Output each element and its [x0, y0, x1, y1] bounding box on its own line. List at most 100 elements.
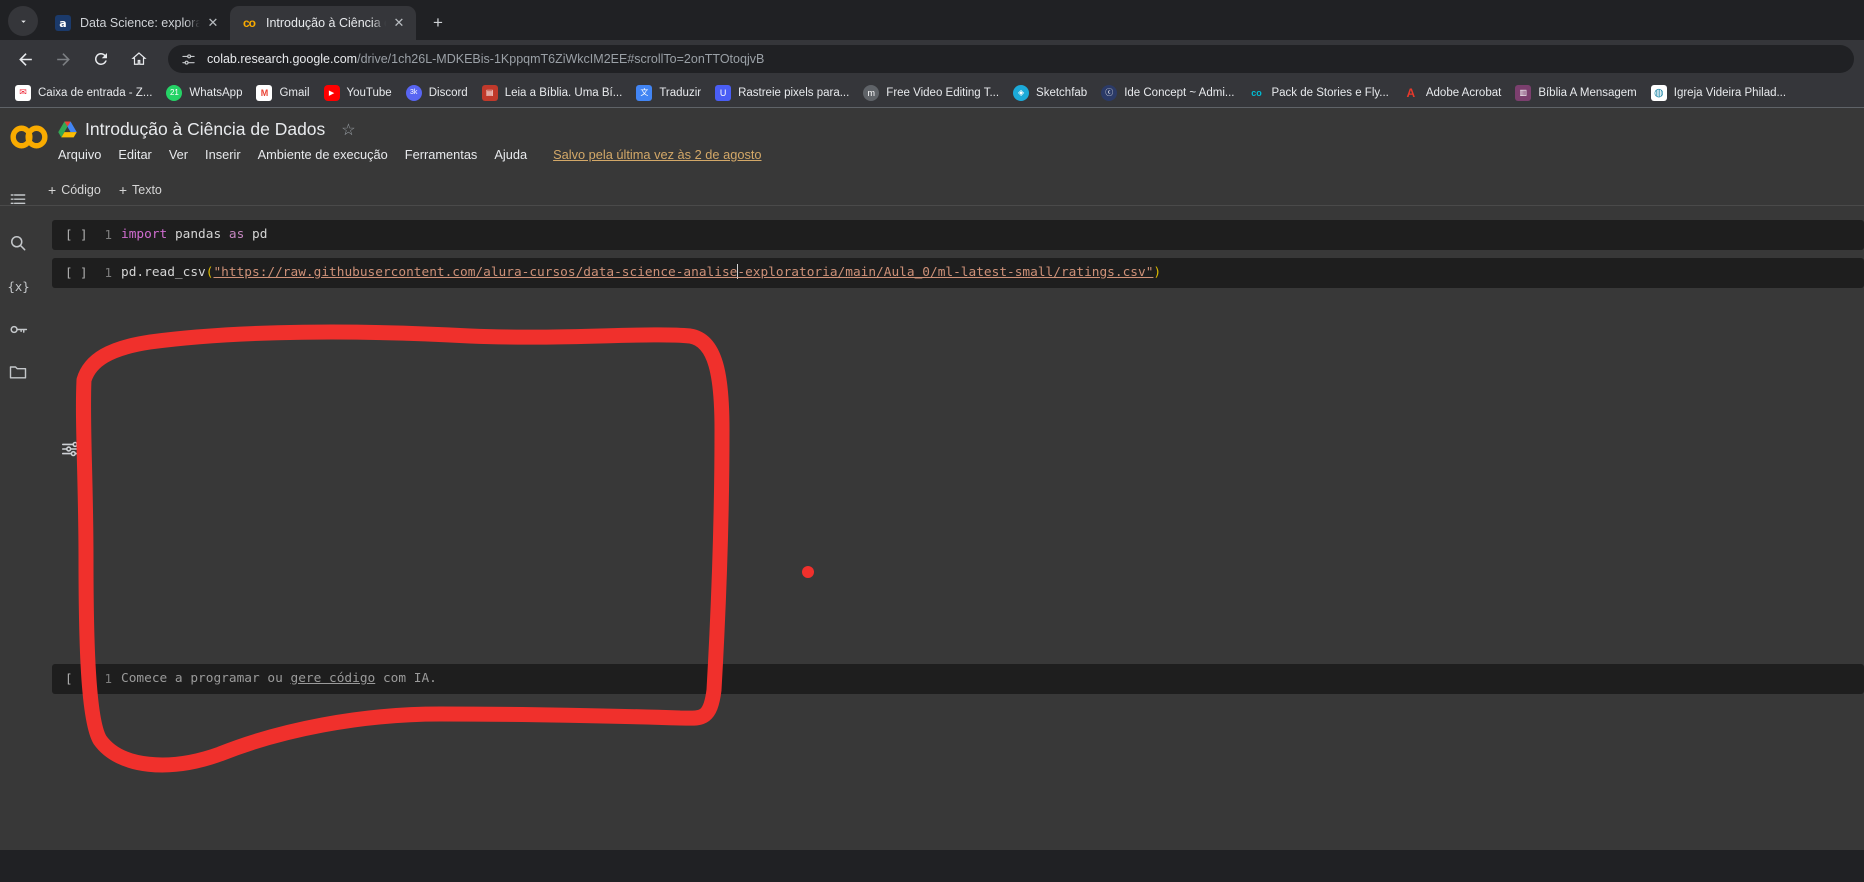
chevron-down-icon: [20, 20, 26, 23]
add-code-label: Código: [61, 182, 101, 197]
bookmark-item[interactable]: ▥ Bíblia A Mensagem: [1508, 82, 1643, 104]
menu-item-ver[interactable]: Ver: [169, 147, 188, 162]
ide-concept-icon: ⓒ: [1101, 84, 1118, 101]
document-title-row: Introdução à Ciência de Dados ☆: [58, 119, 1864, 140]
browser-chrome: a Data Science: explorando e ana ✕ co In…: [0, 0, 1864, 108]
bookmark-item[interactable]: ⓒ Ide Concept ~ Admi...: [1094, 82, 1241, 104]
code-token: ): [1153, 265, 1162, 280]
navigation-toolbar: colab.research.google.com/drive/1ch26L-M…: [0, 40, 1864, 78]
generate-code-link[interactable]: gere código: [291, 671, 376, 686]
plus-icon: +: [118, 181, 127, 198]
bookmark-item[interactable]: A Adobe Acrobat: [1396, 82, 1508, 104]
bookmark-item[interactable]: ▤ Leia a Bíblia. Uma Bí...: [475, 82, 630, 104]
menu-item-ajuda[interactable]: Ajuda: [494, 147, 527, 162]
tab-close-button[interactable]: ✕: [390, 14, 408, 32]
bookmark-label: Sketchfab: [1036, 86, 1088, 99]
gmail-icon: M: [256, 84, 273, 101]
youtube-icon: ▶: [323, 84, 340, 101]
menu-item-editar[interactable]: Editar: [118, 147, 151, 162]
url-path: /drive/1ch26L-MDKEBis-1KppqmT6ZiWkcIM2EE…: [357, 52, 765, 66]
colab-header: Introdução à Ciência de Dados ☆ Arquivo …: [0, 108, 1864, 170]
code-content[interactable]: import pandas as pd: [121, 225, 267, 245]
bookmark-label: Leia a Bíblia. Uma Bí...: [504, 86, 623, 99]
m-icon: m: [863, 84, 880, 101]
code-content[interactable]: Comece a programar ou gere código com IA…: [121, 669, 437, 689]
menu-item-ferramentas[interactable]: Ferramentas: [405, 147, 478, 162]
forward-button[interactable]: [48, 44, 78, 74]
plus-icon: +: [48, 181, 57, 198]
reload-button[interactable]: [86, 44, 116, 74]
tune-icon: [182, 53, 195, 65]
menu-item-arquivo[interactable]: Arquivo: [58, 147, 101, 162]
code-content[interactable]: pd.read_csv("https://raw.githubuserconte…: [121, 263, 1161, 283]
tab-close-button[interactable]: ✕: [204, 14, 222, 32]
tab-strip: a Data Science: explorando e ana ✕ co In…: [0, 0, 1864, 40]
line-number: 1: [104, 227, 112, 242]
discord-icon: 3k: [405, 84, 422, 101]
back-button[interactable]: [10, 44, 40, 74]
tab-introducao-ciencia-de-dados[interactable]: co Introdução à Ciência de Dados ✕: [230, 6, 416, 40]
colab-logo[interactable]: [0, 118, 58, 170]
output-area-spacer: [52, 296, 1864, 664]
ghost-text-suffix: com IA.: [375, 671, 437, 686]
url-host: colab.research.google.com: [207, 52, 358, 66]
bookmark-label: Ide Concept ~ Admi...: [1124, 86, 1235, 99]
code-cell-empty-ai[interactable]: [ ] 1 Comece a programar ou gere código …: [52, 664, 1864, 694]
bookmark-item[interactable]: 文 Traduzir: [629, 82, 708, 104]
drive-triangle-icon: [58, 120, 77, 137]
tab-title: Data Science: explorando e ana: [80, 16, 200, 30]
notebook-body: [ ] 1 import pandas as pd [ ] 1 pd.read_…: [0, 206, 1864, 694]
line-number: 1: [104, 671, 112, 686]
bookmark-label: Traduzir: [659, 86, 702, 99]
page-title[interactable]: Introdução à Ciência de Dados: [85, 119, 325, 140]
new-tab-button[interactable]: +: [424, 9, 452, 37]
add-code-cell-button[interactable]: + Código: [48, 182, 101, 198]
colab-app: Introdução à Ciência de Dados ☆ Arquivo …: [0, 108, 1864, 850]
code-cell-read-csv[interactable]: [ ] 1 pd.read_csv("https://raw.githubuse…: [52, 258, 1864, 288]
menu-item-ambiente-de-execucao[interactable]: Ambiente de execução: [258, 147, 388, 162]
reload-icon: [94, 52, 107, 65]
line-number: 1: [104, 265, 112, 280]
bookmark-item[interactable]: 21 WhatsApp: [159, 82, 249, 104]
bookmark-item[interactable]: U Rastreie pixels para...: [708, 82, 856, 104]
bookmark-item[interactable]: co Pack de Stories e Fly...: [1241, 82, 1395, 104]
code-token: as: [228, 227, 245, 242]
bookmark-item[interactable]: ✉ Caixa de entrada - Z...: [8, 82, 159, 104]
home-button[interactable]: [124, 44, 154, 74]
output-settings-icon[interactable]: [60, 438, 82, 460]
code-token: pd: [244, 227, 268, 242]
bookmark-label: Caixa de entrada - Z...: [38, 86, 153, 99]
run-cell-button[interactable]: [ ]: [52, 225, 94, 245]
address-bar[interactable]: colab.research.google.com/drive/1ch26L-M…: [168, 45, 1854, 73]
star-icon[interactable]: ☆: [341, 120, 355, 140]
sketchfab-icon: ◈: [1013, 84, 1030, 101]
bookmark-label: Gmail: [279, 86, 310, 99]
add-text-cell-button[interactable]: + Texto: [119, 182, 162, 198]
tab-data-science[interactable]: a Data Science: explorando e ana ✕: [44, 6, 230, 40]
colab-icon: co: [242, 16, 256, 30]
bookmark-item[interactable]: ◍ Igreja Videira Philad...: [1644, 82, 1793, 104]
tab-search-button[interactable]: [8, 6, 38, 36]
run-cell-button[interactable]: [ ]: [52, 669, 94, 689]
bookmark-label: Pack de Stories e Fly...: [1271, 86, 1389, 99]
colab-icon: co: [1251, 87, 1262, 98]
save-status-link[interactable]: Salvo pela última vez às 2 de agosto: [553, 147, 761, 162]
bookmark-label: YouTube: [346, 86, 392, 99]
bookmark-item[interactable]: ▶ YouTube: [317, 82, 399, 104]
bookmark-label: WhatsApp: [189, 86, 243, 99]
url-text: colab.research.google.com/drive/1ch26L-M…: [207, 52, 764, 66]
bookmark-item[interactable]: M Gmail: [249, 82, 316, 104]
tab-title: Introdução à Ciência de Dados: [266, 16, 386, 30]
add-text-label: Texto: [132, 182, 162, 197]
bookmark-label: Free Video Editing T...: [886, 86, 1000, 99]
code-cell-import[interactable]: [ ] 1 import pandas as pd: [52, 220, 1864, 250]
bookmark-item[interactable]: ◈ Sketchfab: [1006, 82, 1094, 104]
site-settings-icon[interactable]: [180, 51, 197, 68]
menu-item-inserir[interactable]: Inserir: [205, 147, 241, 162]
bookmark-item[interactable]: 3k Discord: [399, 82, 475, 104]
run-cell-button[interactable]: [ ]: [52, 263, 94, 283]
bookmark-item[interactable]: m Free Video Editing T...: [856, 82, 1006, 104]
bookmark-label: Bíblia A Mensagem: [1538, 86, 1637, 99]
bible-icon: ▤: [481, 84, 498, 101]
translate-icon: 文: [636, 84, 653, 101]
